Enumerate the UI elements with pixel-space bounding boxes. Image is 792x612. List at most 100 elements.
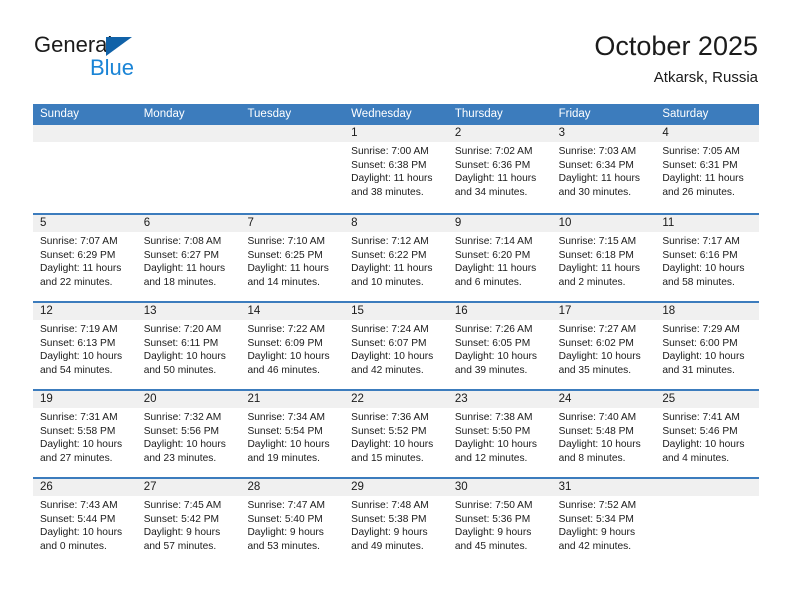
daylight-duration-line1: Daylight: 10 hours: [40, 351, 123, 363]
day-number: 24: [551, 391, 656, 408]
daylight-duration-line2: and 46 minutes.: [247, 364, 320, 376]
calendar-day-cell[interactable]: 10 Sunrise: 7:15 AM Sunset: 6:18 PM Dayligh…: [551, 215, 656, 301]
day-details: Sunrise: 7:27 AM Sunset: 6:02 PM Daylight:…: [552, 320, 656, 377]
sunrise-time: Sunrise: 7:07 AM: [40, 236, 118, 247]
page-header: General Blue October 2025 Atkarsk, Russi…: [0, 0, 792, 104]
day-number: 31: [551, 479, 656, 496]
calendar-day-cell[interactable]: 9 Sunrise: 7:14 AM Sunset: 6:20 PM Daylight…: [447, 215, 552, 301]
sunset-time: Sunset: 6:34 PM: [558, 159, 634, 171]
calendar-day-cell[interactable]: 18 Sunrise: 7:29 AM Sunset: 6:00 PM Dayligh…: [655, 303, 760, 389]
daylight-duration-line1: Daylight: 9 hours: [143, 527, 221, 539]
calendar-day-cell-empty: [655, 479, 760, 565]
daylight-duration-line1: Daylight: 9 hours: [454, 527, 532, 539]
calendar-day-cell[interactable]: 8 Sunrise: 7:12 AM Sunset: 6:22 PM Daylight…: [344, 215, 448, 301]
daylight-duration-line2: and 8 minutes.: [558, 452, 626, 464]
sunrise-time: Sunrise: 7:31 AM: [40, 412, 118, 423]
daylight-duration-line1: Daylight: 10 hours: [662, 351, 745, 363]
calendar-day-cell[interactable]: 29 Sunrise: 7:48 AM Sunset: 5:38 PM Dayligh…: [344, 479, 448, 565]
sunset-time: Sunset: 6:11 PM: [143, 337, 219, 349]
day-number: 7: [240, 215, 345, 232]
day-details: Sunrise: 7:12 AM Sunset: 6:22 PM Daylight:…: [344, 232, 448, 289]
page-title: October 2025: [594, 31, 758, 61]
sunset-time: Sunset: 6:22 PM: [351, 249, 427, 261]
calendar-day-cell[interactable]: 15 Sunrise: 7:24 AM Sunset: 6:07 PM Dayligh…: [344, 303, 448, 389]
daylight-duration-line2: and 10 minutes.: [351, 276, 424, 288]
day-number: [136, 125, 241, 142]
calendar-day-cell[interactable]: 26 Sunrise: 7:43 AM Sunset: 5:44 PM Dayligh…: [33, 479, 137, 565]
sunset-time: Sunset: 6:02 PM: [558, 337, 634, 349]
daylight-duration-line2: and 14 minutes.: [247, 276, 320, 288]
day-details: Sunrise: 7:07 AM Sunset: 6:29 PM Daylight:…: [33, 232, 137, 289]
calendar-day-cell[interactable]: 3 Sunrise: 7:03 AM Sunset: 6:34 PM Daylight…: [551, 125, 656, 213]
calendar-day-cell[interactable]: 11 Sunrise: 7:17 AM Sunset: 6:16 PM Dayligh…: [655, 215, 760, 301]
day-number: 22: [344, 391, 448, 408]
daylight-duration-line2: and 15 minutes.: [351, 452, 424, 464]
day-details: Sunrise: 7:20 AM Sunset: 6:11 PM Daylight:…: [137, 320, 241, 377]
day-details: Sunrise: 7:48 AM Sunset: 5:38 PM Daylight:…: [344, 496, 448, 553]
weekday-header-monday: Monday: [143, 108, 185, 120]
weekday-header-tuesday: Tuesday: [247, 108, 292, 120]
day-details: Sunrise: 7:10 AM Sunset: 6:25 PM Daylight:…: [240, 232, 344, 289]
calendar-day-cell[interactable]: 28 Sunrise: 7:47 AM Sunset: 5:40 PM Dayligh…: [240, 479, 345, 565]
calendar-day-cell[interactable]: 23 Sunrise: 7:38 AM Sunset: 5:50 PM Dayligh…: [447, 391, 552, 477]
sunrise-time: Sunrise: 7:43 AM: [40, 500, 118, 511]
calendar-day-cell[interactable]: 12 Sunrise: 7:19 AM Sunset: 6:13 PM Dayligh…: [33, 303, 137, 389]
sunrise-time: Sunrise: 7:00 AM: [351, 146, 429, 157]
daylight-duration-line1: Daylight: 11 hours: [558, 173, 640, 185]
calendar-day-cell[interactable]: 25 Sunrise: 7:41 AM Sunset: 5:46 PM Dayligh…: [655, 391, 760, 477]
weekday-header-saturday: Saturday: [662, 108, 709, 120]
daylight-duration-line1: Daylight: 11 hours: [558, 263, 640, 275]
day-number: 15: [344, 303, 448, 320]
calendar-day-cell[interactable]: 2 Sunrise: 7:02 AM Sunset: 6:36 PM Daylight…: [447, 125, 552, 213]
day-number: 20: [136, 391, 241, 408]
weekday-header-wednesday: Wednesday: [351, 108, 412, 120]
calendar-day-cell[interactable]: 6 Sunrise: 7:08 AM Sunset: 6:27 PM Daylight…: [136, 215, 241, 301]
calendar-day-cell[interactable]: 17 Sunrise: 7:27 AM Sunset: 6:02 PM Dayligh…: [551, 303, 656, 389]
calendar-day-cell[interactable]: 27 Sunrise: 7:45 AM Sunset: 5:42 PM Dayligh…: [136, 479, 241, 565]
sunset-time: Sunset: 6:36 PM: [454, 159, 531, 171]
calendar-day-cell[interactable]: 22 Sunrise: 7:36 AM Sunset: 5:52 PM Dayligh…: [344, 391, 448, 477]
daylight-duration-line1: Daylight: 11 hours: [247, 263, 329, 275]
sunrise-time: Sunrise: 7:14 AM: [454, 236, 533, 247]
triangle-icon: [106, 37, 132, 56]
calendar-day-cell[interactable]: 7 Sunrise: 7:10 AM Sunset: 6:25 PM Daylight…: [240, 215, 345, 301]
sunrise-time: Sunrise: 7:19 AM: [40, 324, 118, 335]
sunset-time: Sunset: 5:52 PM: [351, 425, 427, 437]
sunrise-time: Sunrise: 7:38 AM: [454, 412, 533, 423]
daylight-duration-line1: Daylight: 9 hours: [247, 527, 324, 539]
sunrise-time: Sunrise: 7:24 AM: [351, 324, 429, 335]
weekday-header-row: Sunday Monday Tuesday Wednesday Thursday…: [33, 104, 759, 125]
calendar-day-cell[interactable]: 19 Sunrise: 7:31 AM Sunset: 5:58 PM Dayligh…: [33, 391, 137, 477]
sunset-time: Sunset: 6:29 PM: [40, 249, 116, 261]
calendar-day-cell[interactable]: 1 Sunrise: 7:00 AM Sunset: 6:38 PM Daylight…: [344, 125, 448, 213]
day-number: 5: [33, 215, 137, 232]
daylight-duration-line2: and 54 minutes.: [40, 364, 113, 376]
day-number: 17: [551, 303, 656, 320]
general-blue-logo[interactable]: General Blue: [34, 34, 214, 86]
sunset-time: Sunset: 5:54 PM: [247, 425, 323, 437]
sunset-time: Sunset: 6:07 PM: [351, 337, 427, 349]
calendar-day-cell[interactable]: 14 Sunrise: 7:22 AM Sunset: 6:09 PM Dayligh…: [240, 303, 345, 389]
calendar-day-cell[interactable]: 21 Sunrise: 7:34 AM Sunset: 5:54 PM Dayligh…: [240, 391, 345, 477]
calendar-day-cell[interactable]: 16 Sunrise: 7:26 AM Sunset: 6:05 PM Dayligh…: [447, 303, 552, 389]
daylight-duration-line1: Daylight: 10 hours: [247, 439, 330, 451]
calendar-day-cell[interactable]: 13 Sunrise: 7:20 AM Sunset: 6:11 PM Dayligh…: [136, 303, 241, 389]
sunrise-time: Sunrise: 7:32 AM: [143, 412, 222, 423]
sunset-time: Sunset: 6:38 PM: [351, 159, 427, 171]
day-number: 19: [33, 391, 137, 408]
calendar-week-row: 19 Sunrise: 7:31 AM Sunset: 5:58 PM Dayligh…: [33, 389, 760, 477]
calendar-day-cell[interactable]: 24 Sunrise: 7:40 AM Sunset: 5:48 PM Dayligh…: [551, 391, 656, 477]
daylight-duration-line2: and 18 minutes.: [143, 276, 217, 288]
calendar-table: Sunday Monday Tuesday Wednesday Thursday…: [33, 104, 760, 565]
calendar-day-cell[interactable]: 30 Sunrise: 7:50 AM Sunset: 5:36 PM Dayligh…: [447, 479, 552, 565]
day-number: 26: [33, 479, 137, 496]
day-number: 18: [655, 303, 760, 320]
calendar-day-cell[interactable]: 31 Sunrise: 7:52 AM Sunset: 5:34 PM Dayligh…: [551, 479, 656, 565]
daylight-duration-line1: Daylight: 10 hours: [454, 351, 537, 363]
calendar-day-cell[interactable]: 4 Sunrise: 7:05 AM Sunset: 6:31 PM Daylight…: [655, 125, 760, 213]
calendar-day-cell[interactable]: 20 Sunrise: 7:32 AM Sunset: 5:56 PM Dayligh…: [136, 391, 241, 477]
day-details: Sunrise: 7:40 AM Sunset: 5:48 PM Daylight:…: [552, 408, 656, 465]
calendar-day-cell[interactable]: 5 Sunrise: 7:07 AM Sunset: 6:29 PM Daylight…: [33, 215, 137, 301]
weekday-header-sunday: Sunday: [40, 108, 80, 120]
daylight-duration-line1: Daylight: 10 hours: [351, 351, 434, 363]
